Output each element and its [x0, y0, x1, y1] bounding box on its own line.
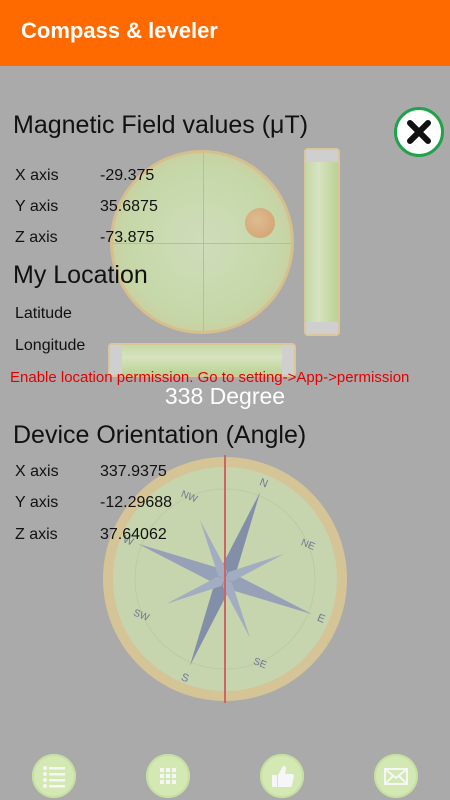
- level-cap-top: [306, 150, 338, 162]
- orientation-z-value: 37.64062: [100, 526, 167, 543]
- level-cap-bottom: [306, 322, 338, 334]
- bottom-nav: [0, 748, 450, 800]
- orientation-x-value: 337.9375: [100, 463, 167, 480]
- magnetic-row-x: X axis -29.375: [15, 167, 154, 185]
- level-bubble: [245, 208, 275, 238]
- orientation-row-y: Y axis -12.29688: [15, 494, 172, 512]
- magnetic-y-value: 35.6875: [100, 198, 158, 215]
- magnetic-row-y: Y axis 35.6875: [15, 198, 158, 216]
- device-orientation-heading: Device Orientation (Angle): [13, 421, 307, 449]
- latitude-label: Latitude: [15, 305, 72, 322]
- magnetic-field-heading: Magnetic Field values (μT): [13, 111, 309, 139]
- compass-dial: N S E W NE SE SW NW: [103, 455, 347, 703]
- orientation-x-label: X axis: [15, 463, 59, 480]
- app-title: Compass & leveler: [21, 18, 218, 43]
- mail-icon: [384, 768, 408, 785]
- list-icon: [43, 766, 65, 788]
- latitude-row: Latitude: [15, 305, 72, 323]
- magnetic-row-z: Z axis -73.875: [15, 229, 154, 247]
- close-button[interactable]: [394, 107, 444, 157]
- orientation-row-x: X axis 337.9375: [15, 463, 167, 481]
- orientation-z-label: Z axis: [15, 526, 58, 543]
- level-crosshair-vertical: [203, 153, 204, 331]
- bubble-level-vertical: [304, 148, 340, 336]
- close-icon: [407, 120, 431, 144]
- orientation-y-label: Y axis: [15, 494, 59, 511]
- app-bar: Compass & leveler: [0, 0, 450, 66]
- grid-button[interactable]: [146, 754, 190, 798]
- compass-degree-readout: 338 Degree: [164, 383, 286, 409]
- thumbs-up-icon: [272, 766, 294, 787]
- magnetic-z-value: -73.875: [100, 229, 155, 246]
- my-location-heading: My Location: [13, 261, 148, 289]
- longitude-row: Longitude: [15, 337, 85, 355]
- grid-icon: [160, 768, 176, 784]
- longitude-label: Longitude: [15, 337, 86, 354]
- list-button[interactable]: [32, 754, 76, 798]
- magnetic-z-label: Z axis: [15, 229, 58, 246]
- mail-button[interactable]: [374, 754, 418, 798]
- orientation-y-value: -12.29688: [100, 494, 173, 511]
- like-button[interactable]: [260, 754, 304, 798]
- magnetic-x-value: -29.375: [100, 167, 155, 184]
- magnetic-x-label: X axis: [15, 167, 59, 184]
- magnetic-y-label: Y axis: [15, 198, 59, 215]
- orientation-row-z: Z axis 37.64062: [15, 526, 167, 544]
